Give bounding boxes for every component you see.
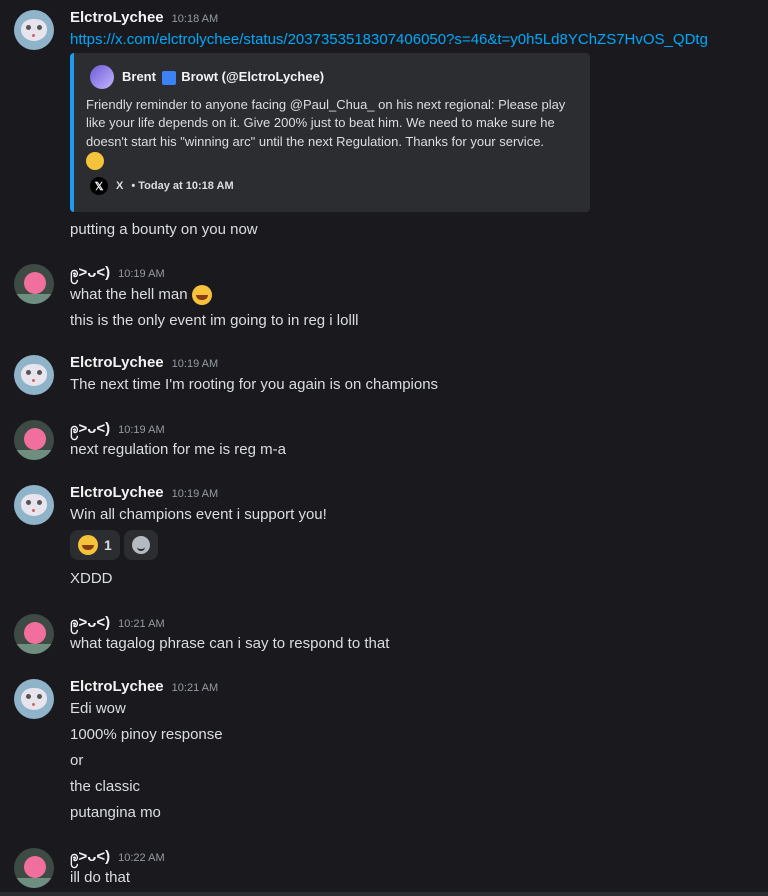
timestamp: 10:19 AM [118,424,165,436]
message-text: what tagalog phrase can i say to respond… [70,635,390,652]
avatar[interactable] [14,679,54,719]
laughing-emoji-icon [78,535,98,555]
flag-icon [161,70,176,85]
timestamp: 10:21 AM [171,682,219,694]
username[interactable]: ဨ˃ᴗ˂) [70,847,110,869]
username[interactable]: ဨ˃ᴗ˂) [70,613,110,635]
username[interactable]: ဨ˃ᴗ˂) [70,419,110,441]
username[interactable]: ElctroLychee [70,678,164,695]
message-text: putting a bounty on you now [70,221,258,238]
reaction-laugh[interactable]: 1 [70,530,120,560]
username[interactable]: ElctroLychee [70,354,164,371]
embed-description: Friendly reminder to anyone facing @Paul… [86,96,566,170]
timestamp: 10:19 AM [171,488,219,500]
message-text: what the hell man [70,285,212,305]
avatar[interactable] [14,355,54,395]
embed-author-handle: Browt (@ElctroLychee) [181,69,325,85]
timestamp: 10:18 AM [171,13,219,25]
timestamp: 10:22 AM [118,852,165,864]
timestamp: 10:19 AM [118,268,165,280]
message-text: Edi wow [70,700,126,717]
username[interactable]: ElctroLychee [70,9,164,26]
avatar[interactable] [14,614,54,654]
embed-author-name[interactable]: Brent Browt (@ElctroLychee) [122,69,324,85]
message-text: 1000% pinoy response [70,726,223,743]
message-text: Win all champions event i support you! [70,506,327,523]
timestamp: 10:21 AM [118,618,165,630]
x-logo-icon: 𝕏 [90,177,108,195]
avatar[interactable] [14,420,54,460]
avatar[interactable] [14,485,54,525]
timestamp: 10:19 AM [171,358,219,370]
username[interactable]: ဨ˃ᴗ˂) [70,263,110,285]
embed-author-avatar [90,65,114,89]
add-reaction-icon [131,536,150,554]
message-text: XDDD [70,570,113,587]
saluting-face-emoji-icon [86,151,104,170]
avatar[interactable] [14,10,54,50]
embed-footer-source: X [116,180,124,192]
reaction-count: 1 [104,537,112,553]
message-text: ill do that [70,869,131,886]
message-text: or [70,752,84,769]
message-text: next regulation for me is reg m-a [70,441,286,458]
message-text: the classic [70,778,141,795]
message-text: putangina mo [70,804,161,821]
embed-author: Brent Browt (@ElctroLychee) [90,65,324,89]
message-text: The next time I'm rooting for you again … [70,376,439,393]
embed-author-first: Brent [122,69,156,85]
link-embed: Brent Browt (@ElctroLychee) Friendly rem… [70,53,590,212]
embed-footer: 𝕏 X • Today at 10:18 AM [90,177,234,195]
message-text: this is the only event im going to in re… [70,312,359,329]
reactions: 1 [70,530,158,560]
message-link[interactable]: https://x.com/elctrolychee/status/203735… [70,31,708,48]
message-text-content: what the hell man [70,285,188,303]
avatar[interactable] [14,848,54,888]
bottom-divider [0,892,768,896]
avatar[interactable] [14,264,54,304]
username[interactable]: ElctroLychee [70,484,164,501]
embed-footer-time: • Today at 10:18 AM [131,180,234,192]
laughing-emoji-icon [191,285,212,305]
embed-description-text: Friendly reminder to anyone facing @Paul… [86,97,566,149]
add-reaction-button[interactable] [123,530,158,560]
